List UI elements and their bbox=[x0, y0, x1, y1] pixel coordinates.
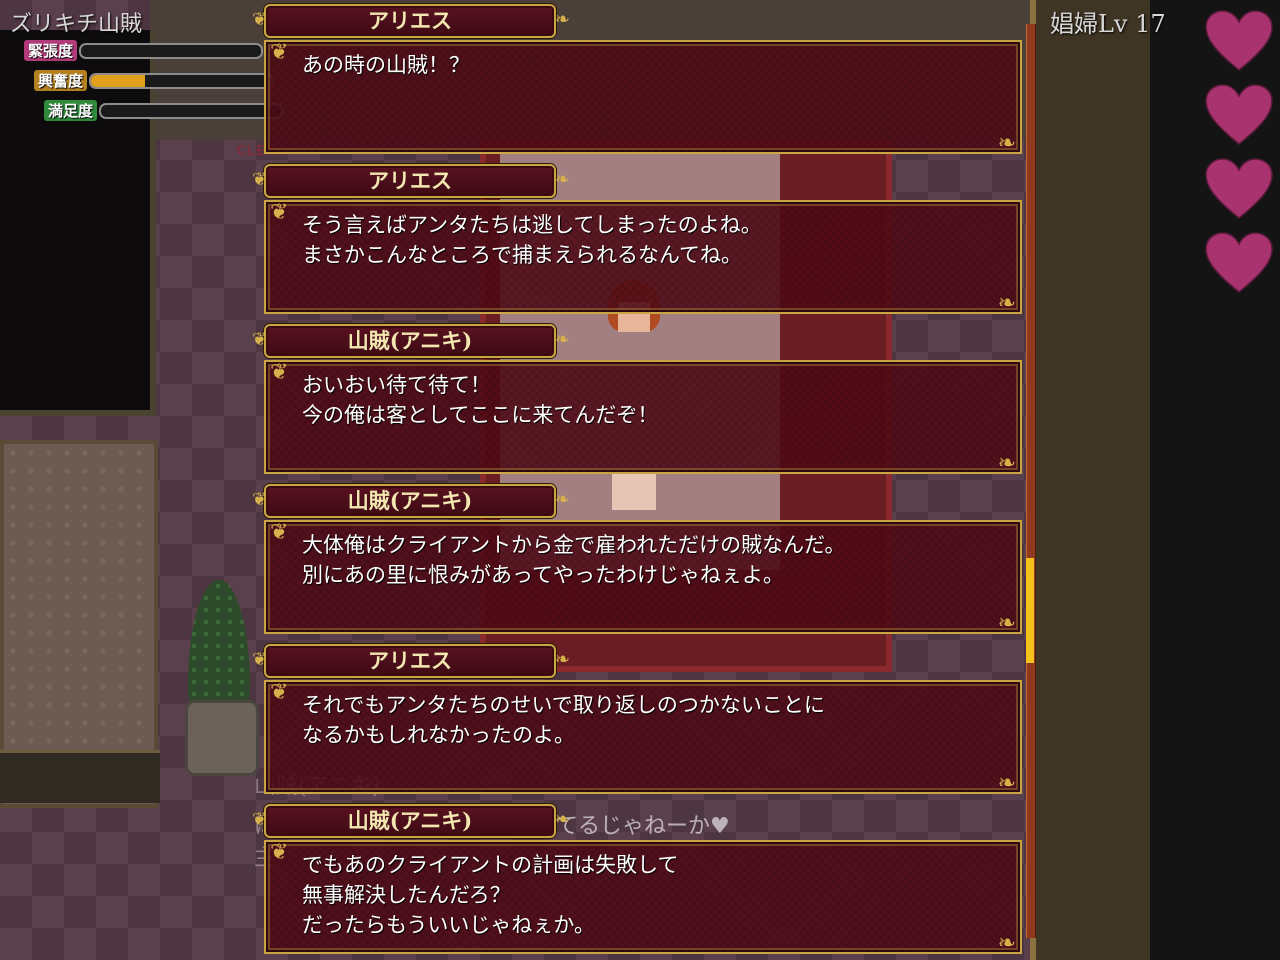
ornament-right-icon: ❧ bbox=[554, 329, 570, 350]
corner-ornament-icon: ❧ bbox=[997, 291, 1016, 316]
speaker-namebox: ❦ 山賊(アニキ) ❧ bbox=[252, 804, 570, 838]
corner-ornament-icon: ❦ bbox=[270, 40, 289, 65]
speaker-namebox: ❦ アリエス ❧ bbox=[252, 164, 570, 198]
message-box: ❦ それでもアンタたちのせいで取り返しのつかないことに なるかもしれなかったのよ。 ❧ bbox=[264, 680, 1022, 796]
message-lines: それでもアンタたちのせいで取り返しのつかないことに なるかもしれなかったのよ。 bbox=[302, 690, 1000, 750]
ornament-right-icon: ❧ bbox=[554, 809, 570, 830]
speaker-namebox: ❦ 山賊(アニキ) ❧ bbox=[252, 324, 570, 358]
corner-ornament-icon: ❧ bbox=[997, 131, 1016, 156]
ornament-right-icon: ❧ bbox=[554, 169, 570, 190]
message-line: 無事解決したんだろ？ bbox=[302, 883, 511, 907]
corner-ornament-icon: ❧ bbox=[997, 611, 1016, 636]
message-lines: あの時の山賊！？ bbox=[302, 50, 1000, 80]
corner-ornament-icon: ❧ bbox=[997, 931, 1016, 956]
message-backlog[interactable]: ❦ アリエス ❧ ❦ あの時の山賊！？ ❧ ❦ アリエス ❧ ❦ そう言えばアンタたちは逃してしまっ… bbox=[0, 0, 1280, 960]
speaker-name: 山賊(アニキ) bbox=[347, 488, 473, 513]
speaker-name: アリエス bbox=[368, 648, 452, 673]
corner-ornament-icon: ❦ bbox=[270, 840, 289, 865]
ornament-right-icon: ❧ bbox=[554, 649, 570, 670]
message-line: おいおい待て待て！ bbox=[302, 373, 491, 397]
corner-ornament-icon: ❦ bbox=[270, 360, 289, 385]
backlog-scrollbar-thumb[interactable] bbox=[1026, 558, 1034, 663]
message-line: 大体俺はクライアントから金で雇われただけの賊なんだ。 bbox=[302, 533, 846, 557]
corner-ornament-icon: ❧ bbox=[997, 451, 1016, 476]
message-line: でもあのクライアントの計画は失敗して bbox=[302, 853, 679, 877]
speaker-name: 山賊(アニキ) bbox=[347, 808, 473, 833]
corner-ornament-icon: ❦ bbox=[270, 680, 289, 705]
message-line: 今の俺は客としてここに来てんだぞ！ bbox=[302, 403, 659, 427]
message-line: 別にあの里に恨みがあってやったわけじゃねぇよ。 bbox=[302, 563, 784, 587]
ornament-left-icon: ❦ bbox=[252, 329, 268, 350]
speaker-name: 山賊(アニキ) bbox=[347, 328, 473, 353]
backlog-scrollbar[interactable] bbox=[1026, 24, 1036, 938]
speaker-name: アリエス bbox=[368, 8, 452, 33]
message-lines: おいおい待て待て！ 今の俺は客としてここに来てんだぞ！ bbox=[302, 370, 1000, 430]
message-lines: でもあのクライアントの計画は失敗して 無事解決したんだろ？ だったらもういいじゃねぇ… bbox=[302, 850, 1000, 940]
message-line: それでもアンタたちのせいで取り返しのつかないことに bbox=[302, 693, 825, 717]
corner-ornament-icon: ❦ bbox=[270, 200, 289, 225]
message-line: あの時の山賊！？ bbox=[302, 53, 470, 77]
message-lines: 大体俺はクライアントから金で雇われただけの賊なんだ。 別にあの里に恨みがあってやっ… bbox=[302, 530, 1000, 590]
ornament-left-icon: ❦ bbox=[252, 9, 268, 30]
message-box: ❦ あの時の山賊！？ ❧ bbox=[264, 40, 1022, 156]
message-line: そう言えばアンタたちは逃してしまったのよね。 bbox=[302, 213, 762, 237]
message-line: だったらもういいじゃねぇか。 bbox=[302, 913, 595, 937]
message-line: なるかもしれなかったのよ。 bbox=[302, 723, 575, 747]
speaker-namebox: ❦ アリエス ❧ bbox=[252, 4, 570, 38]
message-box: ❦ そう言えばアンタたちは逃してしまったのよね。 まさかこんなところで捕まえられるな… bbox=[264, 200, 1022, 316]
ornament-left-icon: ❦ bbox=[252, 809, 268, 830]
ornament-left-icon: ❦ bbox=[252, 489, 268, 510]
message-lines: そう言えばアンタたちは逃してしまったのよね。 まさかこんなところで捕まえられるなん… bbox=[302, 210, 1000, 270]
speaker-name: アリエス bbox=[368, 168, 452, 193]
message-box: ❦ でもあのクライアントの計画は失敗して 無事解決したんだろ？ だったらもういいじゃね… bbox=[264, 840, 1022, 956]
message-box: ❦ 大体俺はクライアントから金で雇われただけの賊なんだ。 別にあの里に恨みがあってや… bbox=[264, 520, 1022, 636]
ornament-right-icon: ❧ bbox=[554, 9, 570, 30]
speaker-namebox: ❦ 山賊(アニキ) ❧ bbox=[252, 484, 570, 518]
ornament-left-icon: ❦ bbox=[252, 649, 268, 670]
ornament-left-icon: ❦ bbox=[252, 169, 268, 190]
message-line: まさかこんなところで捕まえられるなんてね。 bbox=[302, 243, 742, 267]
message-box: ❦ おいおい待て待て！ 今の俺は客としてここに来てんだぞ！ ❧ bbox=[264, 360, 1022, 476]
corner-ornament-icon: ❦ bbox=[270, 520, 289, 545]
speaker-namebox: ❦ アリエス ❧ bbox=[252, 644, 570, 678]
corner-ornament-icon: ❧ bbox=[997, 771, 1016, 796]
ornament-right-icon: ❧ bbox=[554, 489, 570, 510]
